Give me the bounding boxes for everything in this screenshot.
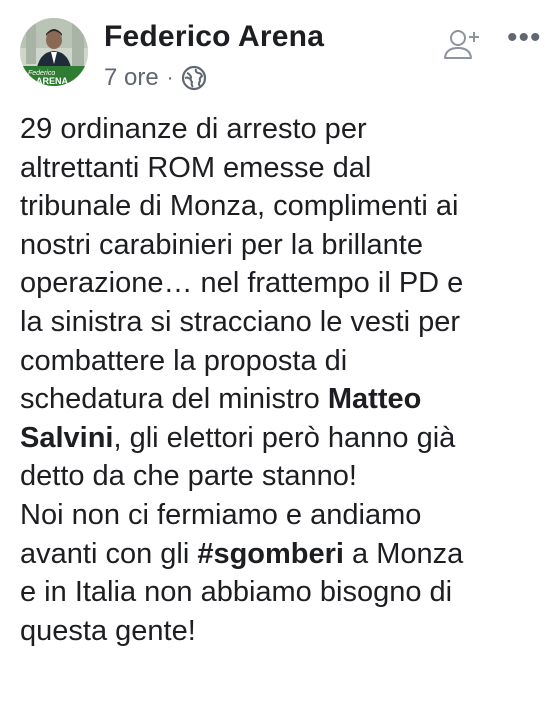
post-text-line: Noi non ci fermiamo e andiamo [20, 496, 540, 535]
more-options-icon[interactable]: ••• [507, 18, 542, 58]
post-text-segment: a Monza [344, 537, 464, 570]
post-text-line: combattere la proposta di [20, 342, 540, 381]
post-text-line: questa gente! [20, 612, 540, 651]
post-text-segment: e in Italia non abbiamo bisogno di [20, 576, 453, 609]
avatar-label-line2: ARENA [36, 76, 69, 86]
post-text-segment: Noi non ci fermiamo e andiamo [20, 498, 422, 531]
post-text-segment: combattere la proposta di [20, 344, 348, 377]
facebook-post: Federico ARENA Federico Arena 7 ore · ••… [0, 0, 550, 705]
post-text-line: tribunale di Monza, complimenti ai [20, 187, 540, 226]
post-text-line: 29 ordinanze di arresto per [20, 110, 540, 149]
avatar[interactable]: Federico ARENA [20, 18, 88, 86]
globe-icon[interactable] [181, 65, 207, 91]
author-name[interactable]: Federico Arena [104, 20, 324, 54]
post-text-segment: detto da che parte stanno! [20, 460, 357, 493]
post-text-line: Salvini, gli elettori però hanno già [20, 419, 540, 458]
bold-mention: Salvini [20, 421, 114, 454]
post-text-segment: schedatura del ministro [20, 383, 328, 416]
hashtag-link[interactable]: #sgomberi [197, 538, 344, 570]
post-text-segment: tribunale di Monza, complimenti ai [20, 190, 459, 223]
post-text-segment: altrettanti ROM emesse dal [20, 151, 372, 184]
post-text-line: operazione… nel frattempo il PD e [20, 264, 540, 303]
post-text-segment: la sinistra si stracciano le vesti per [20, 305, 460, 338]
bold-mention: Matteo [327, 383, 422, 416]
post-header: Federico ARENA Federico Arena 7 ore · ••… [20, 18, 542, 98]
post-text-segment: avanti con gli [20, 537, 198, 570]
post-text-line: e in Italia non abbiamo bisogno di [20, 573, 540, 612]
add-friend-icon[interactable] [442, 26, 482, 66]
post-text-line: altrettanti ROM emesse dal [20, 149, 540, 188]
post-time[interactable]: 7 ore [104, 64, 159, 92]
post-text-line: avanti con gli #sgomberi a Monza [20, 535, 540, 574]
post-meta: 7 ore · [104, 64, 207, 92]
post-text-segment: operazione… nel frattempo il PD e [20, 267, 464, 300]
post-body: 29 ordinanze di arresto per altrettanti R… [20, 110, 540, 650]
avatar-image: Federico ARENA [20, 18, 88, 86]
meta-separator: · [166, 66, 174, 89]
post-text-line: detto da che parte stanno! [20, 457, 540, 496]
post-text-segment: 29 ordinanze di arresto per [20, 113, 367, 145]
post-text-line: schedatura del ministro Matteo [20, 380, 540, 419]
post-text-segment: nostri carabinieri per la brillante [20, 228, 423, 261]
post-text-line: la sinistra si stracciano le vesti per [20, 303, 540, 342]
post-text-line: nostri carabinieri per la brillante [20, 226, 540, 265]
post-text-segment: , gli elettori però hanno già [113, 421, 456, 454]
post-text-segment: questa gente! [20, 614, 196, 647]
